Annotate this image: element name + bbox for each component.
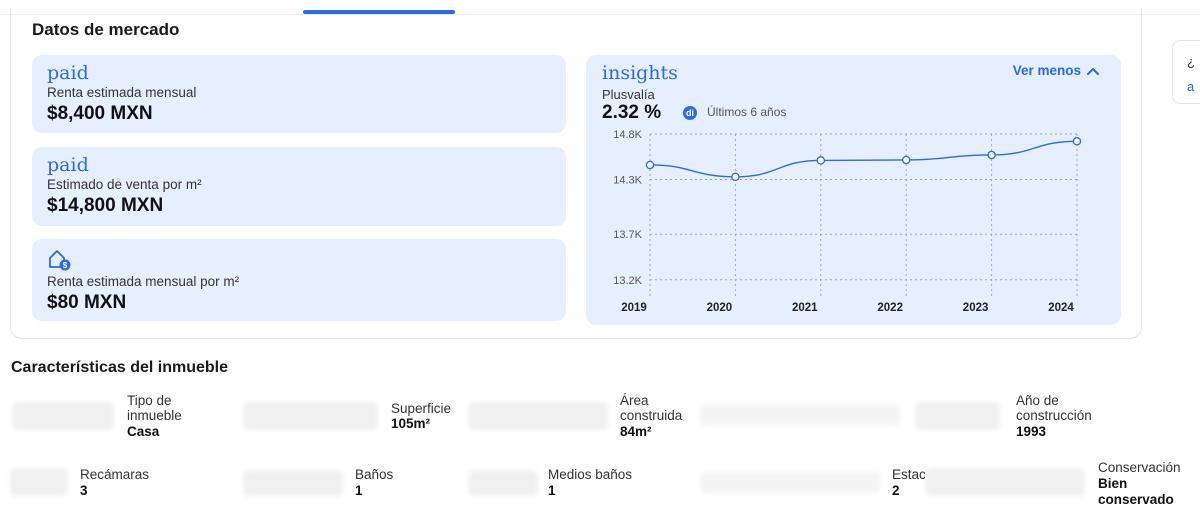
feature-label-estacionamientos: Estacionamientos: [892, 467, 925, 482]
paid-brand-label: paid: [47, 62, 89, 84]
feature-value-recamaras: 3: [80, 483, 88, 498]
feature-value-superficie: 105m²: [391, 416, 431, 431]
x-tick-label: 2024: [1048, 302, 1074, 314]
feature-value-estacionamientos: 2: [892, 483, 900, 498]
side-card-link[interactable]: a: [1187, 79, 1194, 94]
section-title: Datos de mercado: [32, 20, 180, 39]
series-line: [649, 140, 1078, 178]
feature-label-conservacion: Conservación: [1098, 460, 1181, 475]
stat-label: Renta estimada mensual: [47, 85, 197, 100]
stat-label: Estimado de venta por m²: [47, 177, 202, 192]
stat-card-rent-per-m2: $ Renta estimada mensual por m² $80 MXN: [32, 239, 566, 321]
blurred-placeholder: [700, 404, 900, 426]
data-point[interactable]: [1072, 137, 1082, 146]
feature-label-banos: Baños: [355, 467, 394, 482]
feature-label-superficie: Superficie: [391, 401, 452, 416]
side-card-text: ¿: [1187, 54, 1195, 69]
x-tick-label: 2019: [621, 302, 647, 314]
features-title: Características del inmueble: [11, 359, 228, 376]
blurred-placeholder: [700, 472, 880, 494]
y-tick-label: 13.2K: [613, 275, 642, 287]
x-tick-label: 2020: [707, 302, 733, 314]
stat-card-sale-per-m2: paid Estimado de venta por m² $14,800 MX…: [32, 147, 566, 226]
stat-value: $80 MXN: [47, 292, 127, 313]
feature-value-anio: 1993: [1016, 424, 1047, 439]
plusvalia-line-chart: 14.8K 14.3K 13.7K 13.2K 2019 2020 2021 2022 2023…: [613, 129, 1082, 314]
blurred-placeholder: [468, 402, 608, 430]
house-price-icon: $: [47, 248, 73, 272]
data-point[interactable]: [645, 160, 655, 170]
stat-value: $14,800 MXN: [47, 195, 164, 216]
feature-label-anio: Año de construcción: [1016, 393, 1092, 423]
blurred-placeholder: [468, 470, 538, 496]
x-tick-label: 2022: [877, 302, 903, 314]
data-point[interactable]: [901, 155, 911, 165]
feature-label-tipo: Tipo de inmueble: [127, 393, 182, 423]
svg-text:$: $: [63, 261, 68, 270]
paid-brand-label: paid: [47, 154, 89, 176]
feature-value-tipo: Casa: [127, 424, 160, 439]
blurred-placeholder: [915, 402, 1000, 430]
blurred-placeholder: [10, 468, 68, 496]
y-tick-label: 14.3K: [613, 175, 642, 187]
feature-label-area: Área construida: [620, 393, 683, 423]
y-tick-label: 14.8K: [613, 129, 642, 141]
feature-value-medios-banos: 1: [548, 483, 556, 498]
stat-card-monthly-rent: paid Renta estimada mensual $8,400 MXN: [32, 55, 566, 133]
blurred-placeholder: [12, 402, 114, 430]
data-point[interactable]: [816, 156, 826, 165]
feature-value-banos: 1: [355, 483, 363, 498]
x-tick-label: 2021: [792, 302, 818, 314]
y-tick-label: 13.7K: [613, 229, 642, 241]
stat-label: Renta estimada mensual por m²: [47, 274, 240, 289]
feature-label-recamaras: Recámaras: [80, 467, 150, 482]
feature-value-area: 84m²: [620, 424, 652, 439]
blurred-placeholder: [243, 402, 378, 430]
data-point[interactable]: [731, 172, 740, 182]
x-tick-label: 2023: [963, 302, 989, 314]
stat-value: $8,400 MXN: [47, 103, 153, 124]
blurred-placeholder: [243, 470, 343, 496]
blurred-placeholder: [925, 468, 1085, 496]
feature-value-conservacion: Bien conservado: [1098, 476, 1174, 507]
data-point[interactable]: [987, 150, 996, 160]
feature-label-medios-banos: Medios baños: [548, 467, 633, 482]
side-info-card[interactable]: ¿ a: [1172, 40, 1200, 104]
